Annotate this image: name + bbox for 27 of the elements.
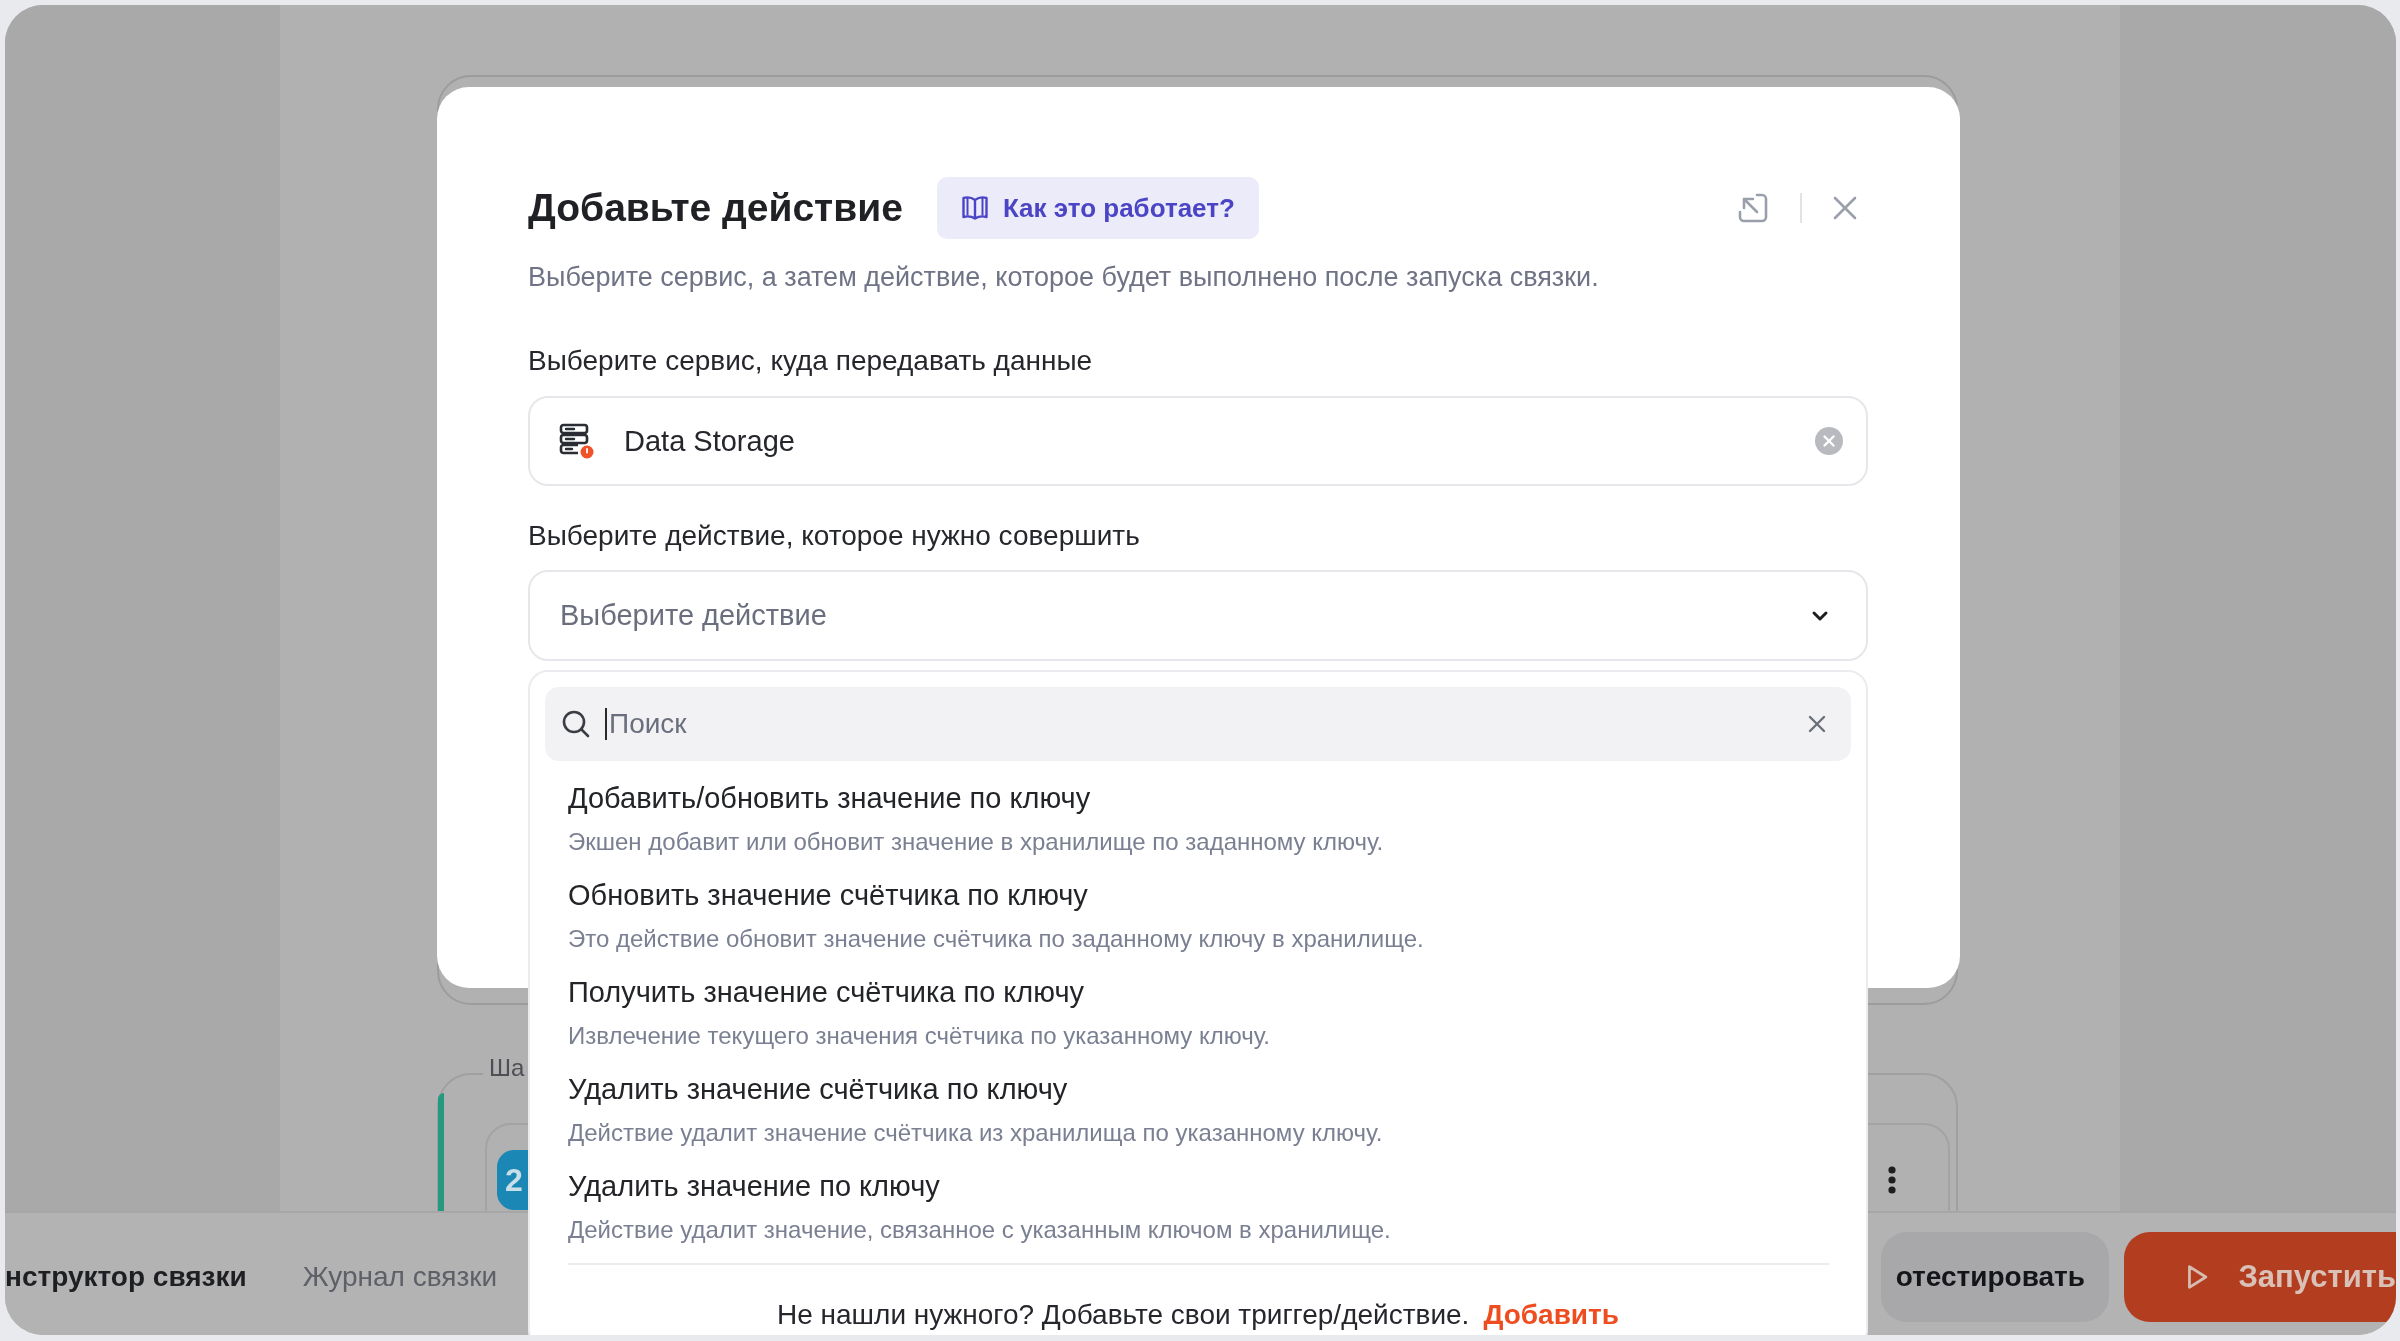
- tab[interactable]: нструктор связки: [5, 1261, 247, 1293]
- footer-text: Не нашли нужного? Добавьте свои триггер/действие.: [776, 1299, 1470, 1330]
- book-icon: [960, 195, 989, 221]
- action-option[interactable]: Обновить значение счётчика по ключу Это действие обновит значение счётчика по заданному ключу в хранилище.: [545, 875, 1851, 972]
- close-icon[interactable]: [1807, 714, 1827, 734]
- more-icon[interactable]: [1887, 1165, 1897, 1195]
- action-option[interactable]: Получить значение счётчика по ключу Извлечение текущего значения счётчика по указанному ключу.: [545, 972, 1851, 1069]
- action-select[interactable]: Выберите действие: [528, 570, 1868, 661]
- play-icon: [2186, 1262, 2209, 1292]
- database-icon: [558, 422, 596, 460]
- collapse-icon[interactable]: [1736, 191, 1770, 225]
- search-field[interactable]: Поиск: [545, 687, 1851, 761]
- help-button[interactable]: Как это работает?: [936, 177, 1259, 239]
- field-label: Выберите сервис, куда передавать данные: [528, 344, 1094, 378]
- service-field[interactable]: Data Storage: [528, 396, 1868, 486]
- dialog-title: Добавьте действие: [528, 186, 903, 230]
- clear-icon[interactable]: [1814, 426, 1844, 456]
- action-option[interactable]: Удалить значение по ключу Действие удалит значение, связанное с указанным ключом в хранилище.: [545, 1166, 1851, 1263]
- search-input[interactable]: Поиск: [605, 708, 1807, 740]
- close-icon[interactable]: [1832, 195, 1858, 221]
- test-button[interactable]: отестировать: [1881, 1232, 2109, 1322]
- add-link[interactable]: Добавить: [1483, 1299, 1619, 1330]
- action-option[interactable]: Удалить значение счётчика по ключу Действие удалит значение счётчика из хранилища по указанному ключу.: [545, 1069, 1851, 1166]
- dialog-description: Выберите сервис, а затем действие, которое будет выполнено после запуска связки.: [528, 261, 1600, 294]
- search-icon: [561, 709, 591, 739]
- action-option[interactable]: Добавить/обновить значение по ключу Экшен добавит или обновит значение в хранилище по заданному ключу.: [545, 778, 1851, 875]
- field-label: Выберите действие, которое нужно совершить: [528, 519, 1141, 553]
